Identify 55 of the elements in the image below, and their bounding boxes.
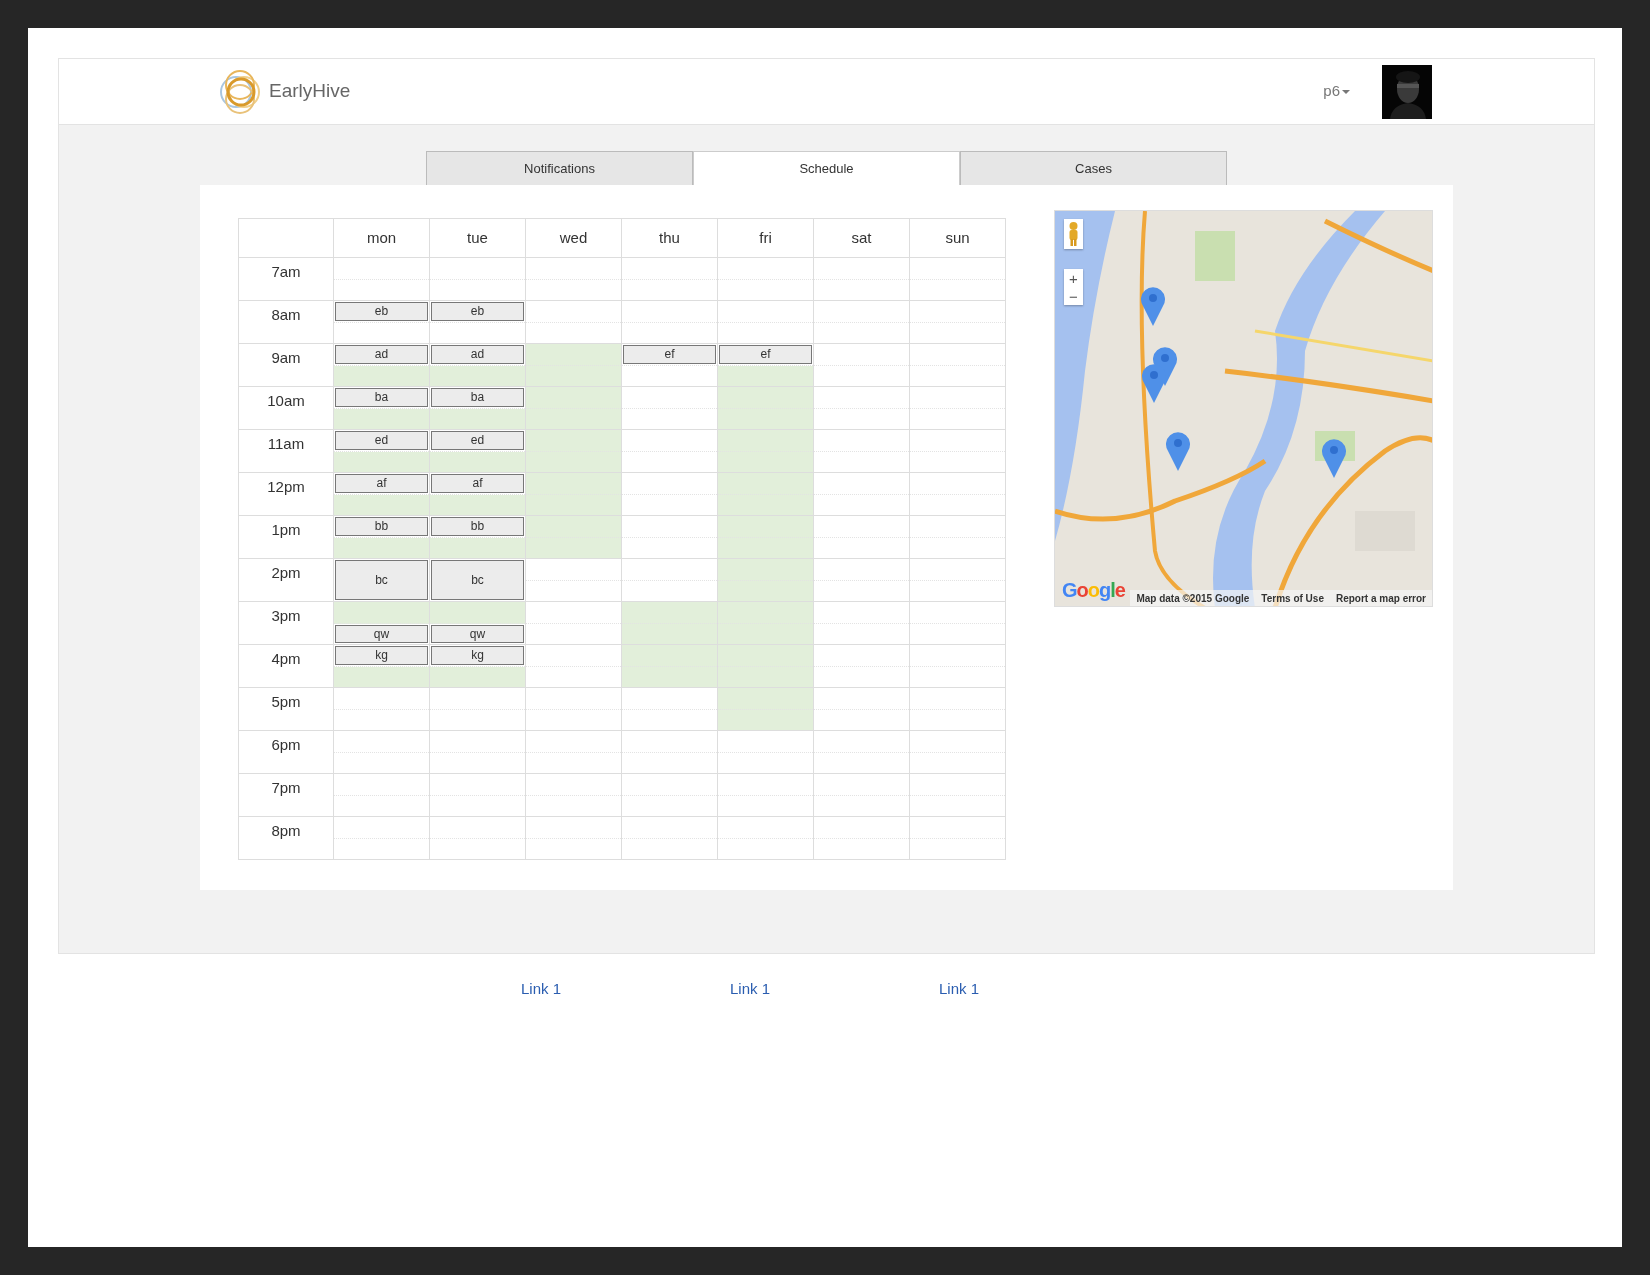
appointment[interactable]: ef: [623, 345, 716, 364]
time-label: 5pm: [271, 693, 301, 710]
time-label: 7pm: [271, 779, 301, 796]
time-label: 7am: [271, 263, 301, 280]
appointment[interactable]: bb: [335, 517, 428, 536]
appointment[interactable]: ef: [719, 345, 812, 364]
day-label: thu: [659, 227, 680, 248]
day-label: sun: [945, 227, 970, 248]
day-label: mon: [366, 227, 397, 248]
time-label: 1pm: [271, 521, 301, 538]
appointment[interactable]: ad: [431, 345, 524, 364]
appointment[interactable]: bc: [335, 560, 428, 600]
appointment[interactable]: bb: [431, 517, 524, 536]
appointment[interactable]: ad: [335, 345, 428, 364]
appointment[interactable]: kg: [335, 646, 428, 665]
time-label: 9am: [271, 349, 301, 366]
zoom-out-button[interactable]: −: [1064, 287, 1083, 305]
appointment[interactable]: ba: [431, 388, 524, 407]
map-link[interactable]: Terms of Use: [1261, 590, 1324, 606]
footer-link[interactable]: Link 1: [939, 978, 1148, 1001]
time-label: 12pm: [267, 478, 305, 495]
day-label: fri: [759, 227, 772, 248]
appointment[interactable]: qw: [335, 624, 428, 643]
day-label: tue: [467, 227, 488, 248]
tab[interactable]: Notifications: [426, 151, 693, 185]
appointment[interactable]: eb: [335, 302, 428, 321]
appointment[interactable]: af: [431, 474, 524, 493]
tab[interactable]: Schedule: [693, 151, 960, 185]
brand-name: EarlyHive: [269, 79, 351, 104]
footer-link[interactable]: Link 1: [521, 978, 730, 1001]
map-provider-logo: Google: [1062, 578, 1125, 603]
time-label: 10am: [267, 392, 305, 409]
tab[interactable]: Cases: [960, 151, 1227, 185]
time-label: 11am: [267, 435, 305, 452]
time-label: 2pm: [271, 564, 301, 581]
appointment[interactable]: bc: [431, 560, 524, 600]
appointment[interactable]: ed: [431, 431, 524, 450]
map-attribution: Map data ©2015 Google: [1136, 591, 1250, 606]
map-link[interactable]: Report a map error: [1335, 590, 1426, 606]
day-label: sat: [851, 227, 872, 248]
time-label: 8am: [271, 306, 301, 323]
time-label: 4pm: [271, 650, 301, 667]
time-label: 3pm: [271, 607, 301, 624]
appointment[interactable]: kg: [431, 646, 524, 665]
appointment[interactable]: qw: [431, 624, 524, 643]
appointment[interactable]: af: [335, 474, 428, 493]
day-label: wed: [559, 227, 588, 248]
appointment[interactable]: ed: [335, 431, 428, 450]
time-label: 8pm: [271, 822, 301, 839]
appointment[interactable]: eb: [431, 302, 524, 321]
appointment[interactable]: ba: [335, 388, 428, 407]
zoom-in-button[interactable]: +: [1064, 269, 1083, 287]
footer-link[interactable]: Link 1: [730, 978, 939, 1001]
user-menu[interactable]: p6: [1323, 80, 1350, 103]
time-label: 6pm: [271, 736, 301, 753]
